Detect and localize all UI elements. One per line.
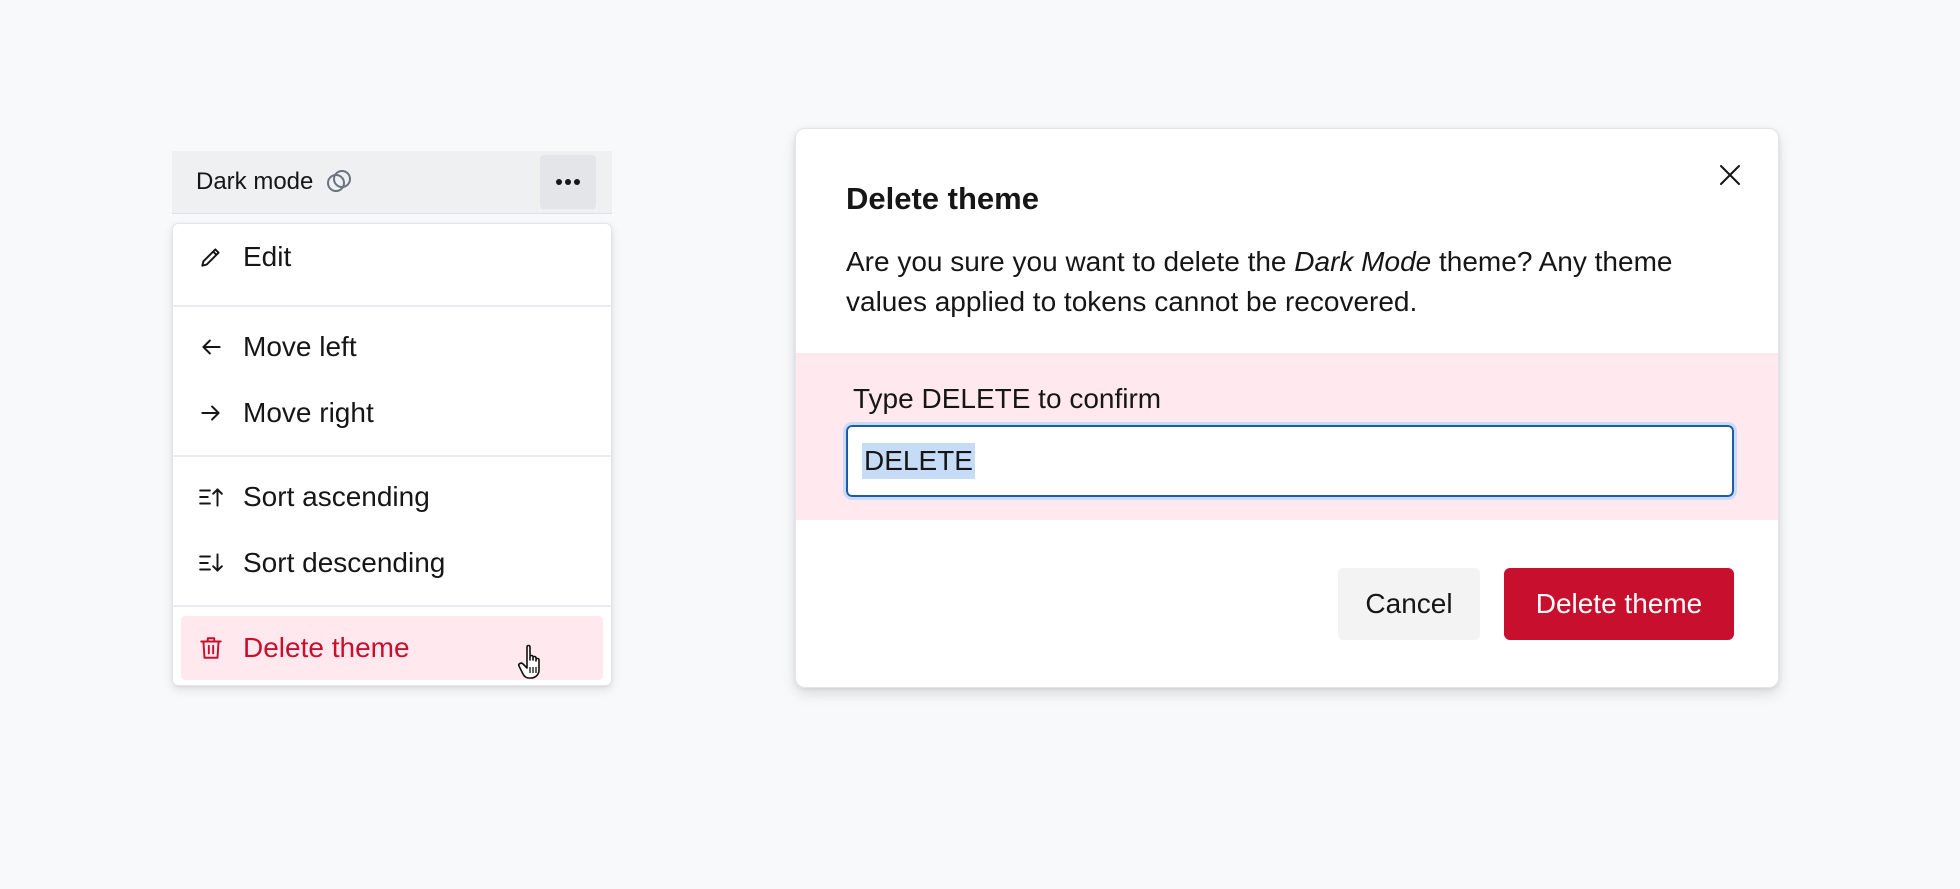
menu-item-move-left[interactable]: Move left [181,316,603,378]
menu-item-move-right[interactable]: Move right [181,382,603,444]
menu-item-label: Edit [243,241,292,272]
menu-item-label: Sort descending [243,547,446,578]
trash-icon [197,634,225,662]
menu-item-label: Sort ascending [243,481,430,512]
more-horizontal-icon [555,178,581,186]
menu-divider [173,305,611,307]
menu-item-sort-ascending[interactable]: Sort ascending [181,466,603,528]
menu-item-edit[interactable]: Edit [181,226,603,288]
arrow-right-icon [197,399,225,427]
theme-options-menu: Edit Move left Move right Sort ascending [172,223,612,686]
more-options-button[interactable] [540,155,596,209]
confirm-section: Type DELETE to confirm DELETE [796,353,1778,520]
menu-item-label: Move right [243,397,374,428]
sort-descending-icon [197,549,225,577]
delete-theme-button[interactable]: Delete theme [1504,568,1734,640]
cancel-button[interactable]: Cancel [1338,568,1480,640]
modal-description-before: Are you sure you want to delete the [846,246,1295,277]
modal-description: Are you sure you want to delete the Dark… [846,242,1746,322]
theme-tab[interactable]: Dark mode [172,151,612,214]
menu-divider [173,605,611,607]
delete-theme-modal: Delete theme Are you sure you want to de… [795,128,1779,688]
menu-item-label: Delete theme [243,632,410,663]
menu-divider [173,455,611,457]
confirm-label: Type DELETE to confirm [853,383,1162,414]
linked-circles-icon [325,168,353,196]
close-icon [1718,163,1742,187]
sort-ascending-icon [197,483,225,511]
theme-tab-label: Dark mode [196,168,314,195]
menu-item-sort-descending[interactable]: Sort descending [181,532,603,594]
confirm-input-value: DELETE [862,443,975,479]
close-button[interactable] [1710,155,1750,195]
arrow-left-icon [197,333,225,361]
menu-item-label: Move left [243,331,357,362]
hand-pointer-cursor-icon [518,644,540,679]
confirm-input[interactable]: DELETE [843,422,1737,500]
theme-name: Dark Mode [1294,246,1432,277]
modal-title: Delete theme [846,181,1039,216]
pencil-icon [197,243,225,271]
